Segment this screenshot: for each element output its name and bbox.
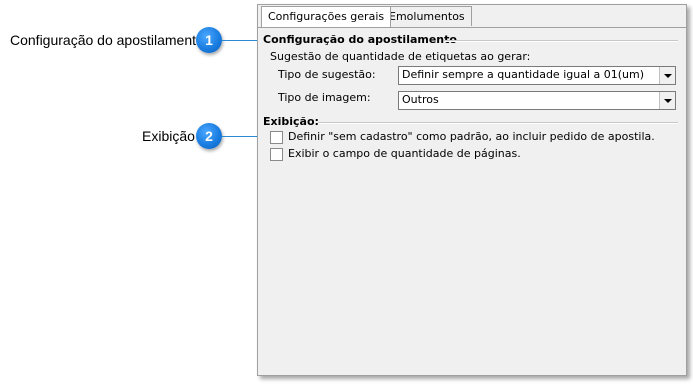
callout-leader-2 bbox=[222, 136, 262, 137]
tipo-imagem-value: Outros bbox=[402, 93, 439, 106]
sem-cadastro-checkbox[interactable] bbox=[270, 131, 283, 144]
settings-panel: Configurações gerais Emolumentos Configu… bbox=[257, 4, 687, 376]
chevron-down-icon[interactable] bbox=[659, 92, 675, 109]
tipo-imagem-select[interactable]: Outros bbox=[398, 91, 676, 110]
tab-divider bbox=[258, 27, 686, 28]
section-title-apostilamento: Configuração do apostilamento bbox=[263, 33, 457, 46]
tab-configuracoes-gerais[interactable]: Configurações gerais bbox=[261, 6, 392, 27]
callout-badge-2: 2 bbox=[196, 123, 222, 149]
quantidade-paginas-label[interactable]: Exibir o campo de quantidade de páginas. bbox=[288, 147, 521, 160]
callout-label-exibicao: Exibição bbox=[142, 128, 195, 144]
tab-emolumentos[interactable]: Emolumentos bbox=[382, 6, 472, 26]
suggestion-subtitle: Sugestão de quantidade de etiquetas ao g… bbox=[270, 50, 531, 63]
tipo-sugestao-value: Definir sempre a quantidade igual a 01(u… bbox=[402, 68, 645, 81]
quantidade-paginas-checkbox[interactable] bbox=[270, 148, 283, 161]
tipo-sugestao-label: Tipo de sugestão: bbox=[278, 68, 376, 81]
tipo-sugestao-select[interactable]: Definir sempre a quantidade igual a 01(u… bbox=[398, 66, 676, 85]
callout-badge-1: 1 bbox=[196, 27, 222, 53]
callout-leader-1 bbox=[222, 40, 262, 41]
tipo-imagem-label: Tipo de imagem: bbox=[278, 91, 371, 104]
section-rule-apostilamento bbox=[444, 40, 678, 42]
section-rule-exibicao bbox=[318, 122, 678, 124]
chevron-down-icon[interactable] bbox=[659, 67, 675, 84]
callout-label-apostilamento: Configuração do apostilamento bbox=[10, 32, 204, 48]
sem-cadastro-label[interactable]: Definir "sem cadastro" como padrão, ao i… bbox=[288, 130, 655, 143]
section-title-exibicao: Exibição: bbox=[263, 115, 319, 128]
